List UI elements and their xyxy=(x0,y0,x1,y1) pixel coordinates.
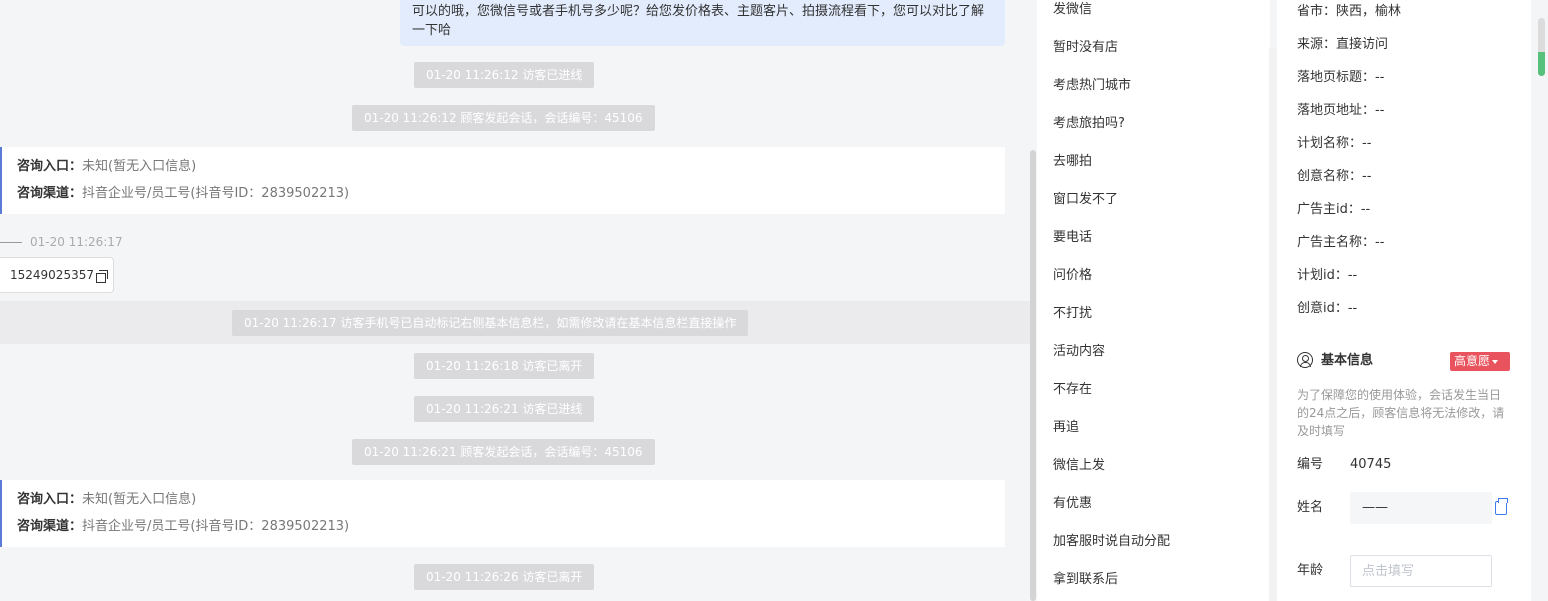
consult-channel-value: 抖音企业号/员工号(抖音号ID：2839502213) xyxy=(82,186,350,201)
visitor-time-text: 01-20 11:26:17 xyxy=(30,235,123,249)
quick-reply-item[interactable]: 窗口发不了 xyxy=(1053,190,1118,210)
panel-scrollbar-thumb[interactable] xyxy=(1538,52,1545,76)
quick-reply-item[interactable]: 要电话 xyxy=(1053,228,1092,248)
name-field[interactable]: —— xyxy=(1350,492,1492,524)
consult-channel-label: 咨询渠道： xyxy=(17,186,83,201)
advertiser-name: 广告主名称：-- xyxy=(1297,235,1385,250)
landing-page-url: 落地页地址：-- xyxy=(1297,103,1385,118)
quick-reply-item[interactable]: 发微信 xyxy=(1053,0,1092,20)
consult-entry-value: 未知(暂无入口信息) xyxy=(82,492,197,507)
quick-reply-item[interactable]: 活动内容 xyxy=(1053,342,1105,362)
consult-channel-line: 咨询渠道：抖音企业号/员工号(抖音号ID：2839502213) xyxy=(17,516,1005,543)
name-label: 姓名 xyxy=(1297,500,1324,515)
intent-level-label: 高意愿 xyxy=(1454,354,1491,368)
creative-name: 创意名称：-- xyxy=(1297,169,1372,184)
consult-info-card: 咨询入口：未知(暂无入口信息) 咨询渠道：抖音企业号/员工号(抖音号ID：283… xyxy=(0,480,1005,547)
visitor-phone-message[interactable]: 15249025357 xyxy=(0,257,114,293)
caret-down-icon xyxy=(1492,359,1499,364)
system-event-tag: 01-20 11:26:21 顾客发起会话，会话编号：45106 xyxy=(352,439,655,465)
intent-level-dropdown[interactable]: 高意愿 xyxy=(1450,352,1510,371)
age-label: 年龄 xyxy=(1297,563,1324,578)
consult-entry-label: 咨询入口： xyxy=(17,159,83,174)
chat-message-area[interactable]: 可以的哦，您微信号或者手机号多少呢？给您发价格表、主题客片、拍摄流程看下，您可以… xyxy=(0,0,1030,601)
consult-entry-line: 咨询入口：未知(暂无入口信息) xyxy=(17,156,1005,183)
quick-reply-item[interactable]: 问价格 xyxy=(1053,266,1092,286)
consult-entry-value: 未知(暂无入口信息) xyxy=(82,159,197,174)
consult-entry-line: 咨询入口：未知(暂无入口信息) xyxy=(17,489,1005,516)
consult-info-card: 咨询入口：未知(暂无入口信息) 咨询渠道：抖音企业号/员工号(抖音号ID：283… xyxy=(0,147,1005,214)
basic-info-title-text: 基本信息 xyxy=(1321,353,1374,368)
quick-reply-item[interactable]: 不打扰 xyxy=(1053,304,1092,324)
source-channel: 来源：直接访问 xyxy=(1297,37,1389,52)
advertiser-id: 广告主id：-- xyxy=(1297,202,1371,217)
quick-reply-item[interactable]: 考虑旅拍吗? xyxy=(1053,114,1125,134)
edit-deadline-notice: 为了保障您的使用体验，会话发生当日的24点之后，顾客信息将无法修改，请及时填写 xyxy=(1297,388,1505,438)
plan-name: 计划名称：-- xyxy=(1297,136,1372,151)
quick-reply-item[interactable]: 再追 xyxy=(1053,418,1079,438)
landing-page-title: 落地页标题：-- xyxy=(1297,70,1385,85)
user-circle-icon xyxy=(1297,351,1313,368)
quick-reply-item[interactable]: 考虑热门城市 xyxy=(1053,76,1131,96)
chat-scrollbar[interactable] xyxy=(1030,150,1036,601)
system-event-tag: 01-20 11:26:26 访客已离开 xyxy=(414,564,595,590)
copy-icon[interactable] xyxy=(95,269,108,283)
quick-reply-item[interactable]: 去哪拍 xyxy=(1053,152,1092,172)
quick-reply-item[interactable]: 有优惠 xyxy=(1053,494,1092,514)
creative-id: 创意id：-- xyxy=(1297,301,1358,316)
system-event-tag: 01-20 11:26:12 顾客发起会话，会话编号：45106 xyxy=(352,105,655,131)
chat-workspace: 可以的哦，您微信号或者手机号多少呢？给您发价格表、主题客片、拍摄流程看下，您可以… xyxy=(0,0,1548,601)
system-event-tag: 01-20 11:26:18 访客已离开 xyxy=(414,353,595,379)
customer-info-panel: 省市：陕西，榆林 来源：直接访问 落地页标题：-- 落地页地址：-- 计划名称：… xyxy=(1277,0,1531,601)
id-label: 编号 xyxy=(1297,457,1324,472)
quick-reply-item[interactable]: 暂时没有店 xyxy=(1053,38,1118,58)
source-province: 省市：陕西，榆林 xyxy=(1297,4,1402,19)
visitor-phone-text: 15249025357 xyxy=(10,268,94,282)
system-event-tag: 01-20 11:26:12 访客已进线 xyxy=(414,62,595,88)
age-input[interactable] xyxy=(1350,555,1492,587)
visitor-message-time: 01-20 11:26:17 xyxy=(0,233,123,251)
consult-channel-value: 抖音企业号/员工号(抖音号ID：2839502213) xyxy=(82,519,350,534)
consult-entry-label: 咨询入口： xyxy=(17,492,83,507)
panel-edge xyxy=(1531,0,1548,601)
quick-reply-item[interactable]: 加客服时说自动分配 xyxy=(1053,532,1170,552)
id-value: 40745 xyxy=(1350,457,1392,472)
quick-reply-item[interactable]: 微信上发 xyxy=(1053,456,1105,476)
timeline-dash xyxy=(0,242,22,243)
consult-channel-line: 咨询渠道：抖音企业号/员工号(抖音号ID：2839502213) xyxy=(17,183,1005,210)
quick-reply-list: 发微信 暂时没有店 考虑热门城市 考虑旅拍吗? 去哪拍 窗口发不了 要电话 问价… xyxy=(1037,0,1270,601)
system-event-tag: 01-20 11:26:17 访客手机号已自动标记右侧基本信息栏，如需修改请在基… xyxy=(232,310,749,336)
consult-channel-label: 咨询渠道： xyxy=(17,519,83,534)
quick-reply-item[interactable]: 不存在 xyxy=(1053,380,1092,400)
system-event-tag: 01-20 11:26:21 访客已进线 xyxy=(414,396,595,422)
quick-reply-scrollbar[interactable] xyxy=(1269,48,1277,601)
clipboard-icon[interactable] xyxy=(1495,498,1508,515)
quick-reply-item[interactable]: 拿到联系后 xyxy=(1053,570,1118,590)
basic-info-title: 基本信息 xyxy=(1297,350,1373,372)
plan-id: 计划id：-- xyxy=(1297,268,1358,283)
agent-message-bubble: 可以的哦，您微信号或者手机号多少呢？给您发价格表、主题客片、拍摄流程看下，您可以… xyxy=(400,0,1005,46)
